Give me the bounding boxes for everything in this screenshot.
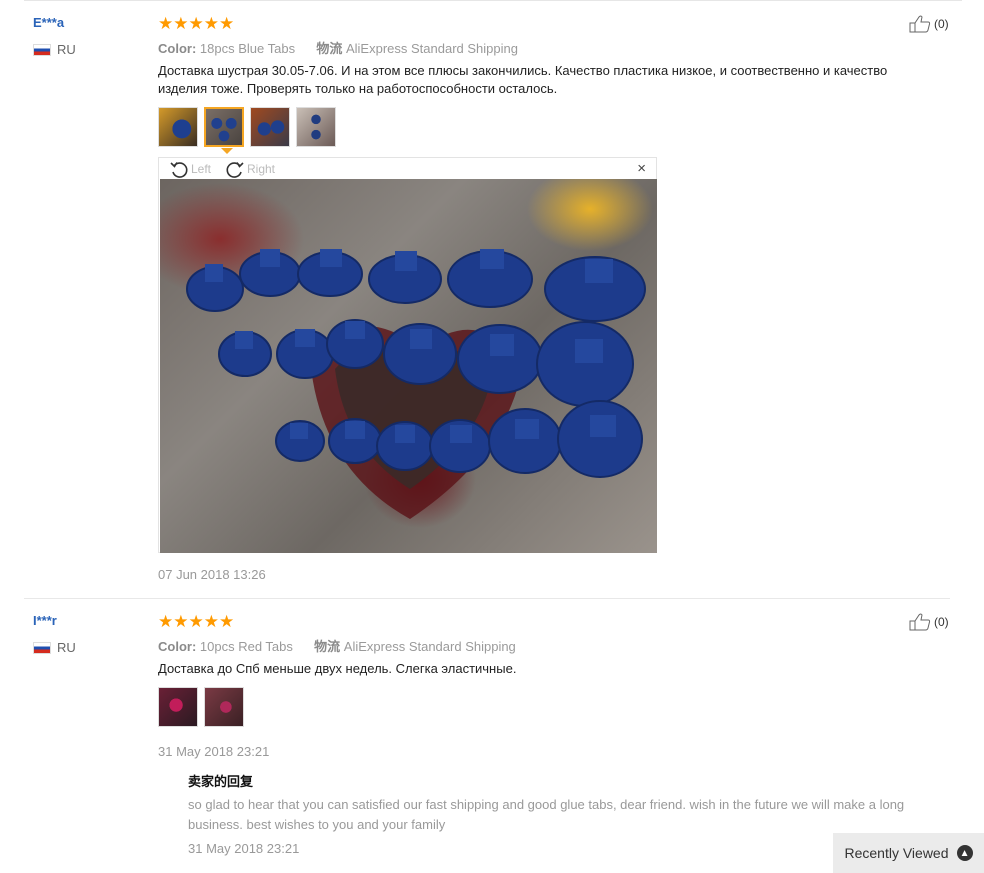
review-date: 07 Jun 2018 13:26 (158, 567, 266, 582)
rotate-left-icon (170, 162, 188, 178)
close-viewer-button[interactable]: × (637, 160, 646, 177)
top-divider (24, 0, 962, 1)
review-photo-thumb[interactable] (158, 107, 198, 147)
reviewer-name[interactable]: I***r (33, 613, 57, 628)
review-photo-thumb[interactable] (250, 107, 290, 147)
rotate-left-label: Left (191, 162, 212, 176)
star-rating: ★★★★★ (158, 612, 235, 631)
color-value: 10pcs Red Tabs (199, 639, 293, 654)
review-text: Доставка шустрая 30.05-7.06. И на этом в… (158, 63, 888, 96)
enlarged-review-photo (160, 179, 657, 553)
shipping-value: AliExpress Standard Shipping (343, 639, 516, 654)
helpful-count: (0) (934, 17, 949, 31)
shipping-label: 物流 (314, 639, 341, 654)
russia-flag-icon (33, 641, 51, 654)
color-label: Color: (158, 41, 197, 56)
thumbs-up-icon (909, 15, 931, 33)
star-rating: ★★★★★ (158, 14, 235, 33)
photo-viewer: Left Right × (158, 157, 657, 553)
review-attributes: Color: 18pcs Blue Tabs 物流 AliExpress Sta… (158, 38, 518, 57)
rotate-left-button[interactable]: Left (169, 159, 211, 179)
review-photo-list (158, 687, 244, 727)
review-text: Доставка до Спб меньше двух недель. Слег… (158, 661, 517, 676)
review-date: 31 May 2018 23:21 (158, 744, 270, 759)
seller-reply-text: so glad to hear that you can satisfied o… (188, 797, 905, 832)
helpful-count: (0) (934, 615, 949, 629)
review-photo-thumb[interactable] (158, 687, 198, 727)
helpful-button[interactable]: (0) (909, 613, 949, 631)
country-code: RU (57, 42, 76, 57)
review-photo-list (158, 107, 336, 147)
thumbs-up-icon (909, 613, 931, 631)
reviewer-country: RU (33, 42, 76, 57)
helpful-button[interactable]: (0) (909, 15, 949, 33)
seller-reply-title: 卖家的回复 (188, 774, 254, 789)
photo-content (186, 249, 646, 519)
seller-reply-date: 31 May 2018 23:21 (188, 841, 300, 856)
review-attributes: Color: 10pcs Red Tabs 物流 AliExpress Stan… (158, 636, 516, 655)
review-photo-thumb[interactable] (204, 687, 244, 727)
shipping-value: AliExpress Standard Shipping (345, 41, 518, 56)
color-value: 18pcs Blue Tabs (199, 41, 296, 56)
review-divider (24, 598, 950, 599)
country-code: RU (57, 640, 76, 655)
shipping-label: 物流 (316, 41, 343, 56)
review-photo-thumb[interactable] (296, 107, 336, 147)
recently-viewed-button[interactable]: Recently Viewed ▲ (833, 833, 984, 873)
photo-viewer-toolbar: Left Right × (159, 158, 656, 179)
rotate-right-label: Right (247, 162, 276, 176)
reviewer-name[interactable]: E***a (33, 15, 64, 30)
reviewer-country: RU (33, 640, 76, 655)
color-label: Color: (158, 639, 197, 654)
review-photo-thumb-active[interactable] (204, 107, 244, 147)
chevron-up-icon: ▲ (956, 845, 973, 861)
rotate-right-button[interactable]: Right (225, 159, 275, 179)
rotate-right-icon (226, 162, 244, 178)
recently-viewed-label: Recently Viewed (844, 845, 949, 861)
active-thumb-pointer (221, 148, 233, 154)
russia-flag-icon (33, 43, 51, 56)
